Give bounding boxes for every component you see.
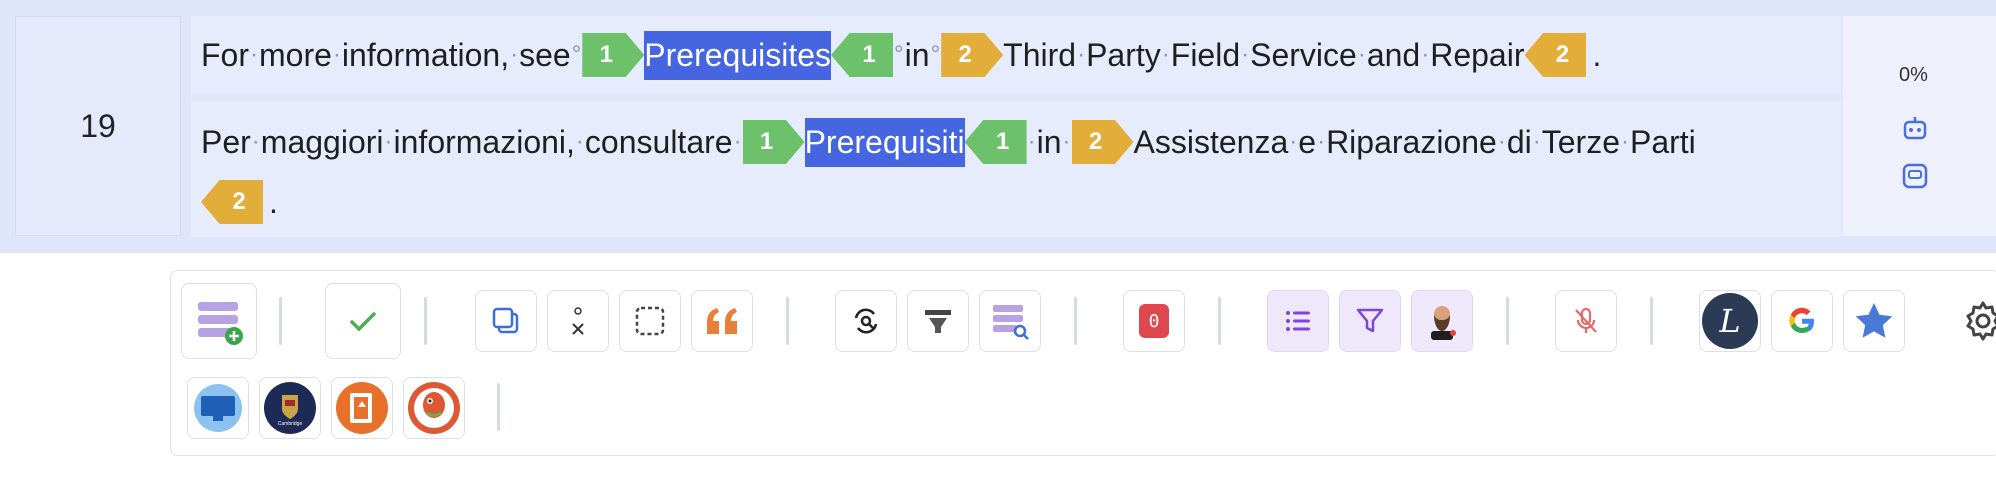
segment-row: 19 For · more · information, · see ° 1 Prere… [0,0,1996,253]
svg-text:Cambridge: Cambridge [278,421,303,427]
target-text[interactable]: Per · maggiori · informazioni, · consultare… [201,111,1696,173]
source-word: Field [1170,36,1241,73]
target-cell[interactable]: Per · maggiori · informazioni, · consultare… [191,101,1841,237]
list-icon [1286,311,1310,331]
editor-toolbar: 0 L Cambridge [170,270,1996,456]
segment-status: 0% [1843,16,1996,236]
tag-close-2[interactable]: 2 [1524,33,1587,77]
microphone-off-icon [1575,307,1597,333]
reverso-button[interactable] [331,377,393,439]
source-word: Third [1003,36,1077,73]
source-word: and [1366,36,1421,73]
confirm-button[interactable] [325,283,401,359]
settings-gear-icon[interactable] [1961,299,1996,343]
tag-open-2[interactable]: 2 [941,33,1004,77]
bearded-man-icon [1431,306,1456,340]
target-word: Terze [1541,123,1620,160]
tag-open-1[interactable]: 1 [742,120,805,164]
comment-icon[interactable] [1901,162,1929,190]
refresh-search-icon [854,308,878,334]
monitor-icon [194,384,242,432]
duckduckgo-button[interactable] [403,377,465,439]
quote-icon [707,308,737,334]
funnel-outline-icon [1356,308,1384,333]
error-count-badge: 0 [1139,304,1169,338]
insert-quote-button[interactable] [691,290,753,352]
source-word: For [201,36,249,73]
tag-close-1[interactable]: 1 [831,33,894,77]
segment-list-button[interactable] [1267,290,1329,352]
screen-capture-button[interactable] [187,377,249,439]
cambridge-dictionary-button[interactable]: Cambridge [259,377,321,439]
tag-close-1[interactable]: 1 [964,120,1027,164]
google-search-button[interactable] [1771,290,1833,352]
advanced-filter-button[interactable] [1339,290,1401,352]
robot-icon[interactable] [1901,114,1929,142]
check-icon [350,312,376,332]
source-word: in [904,36,930,73]
dashed-square-icon [635,306,665,336]
tm-search-button[interactable] [979,290,1041,352]
source-end: . [1592,36,1602,73]
target-word: informazioni, [393,123,575,160]
favorites-button[interactable] [1843,290,1905,352]
database-add-icon [198,302,243,345]
target-word: Parti [1629,123,1696,160]
cambridge-dictionary-logo-icon: Cambridge [264,382,316,434]
google-icon [1789,307,1815,334]
target-word: Riparazione [1326,123,1497,160]
select-all-button[interactable] [619,290,681,352]
linguee-button[interactable]: L [1699,290,1761,352]
tag-close-2[interactable]: 2 [201,180,263,224]
source-word: more [259,36,332,73]
segment-number[interactable]: 19 [15,16,181,236]
mute-button[interactable] [1555,290,1617,352]
match-percent: 0% [1899,64,1928,86]
copy-source-button[interactable] [475,290,537,352]
source-word: see [519,36,571,73]
target-highlight: Prerequisiti [804,117,965,167]
tag-open-1[interactable]: 1 [582,33,645,77]
source-text: For · more · information, · see ° 1 Prerequi… [201,24,1601,86]
source-word: Service [1250,36,1357,73]
clear-icon [572,307,584,335]
reverso-logo-icon [336,382,388,434]
clear-tags-button[interactable] [547,290,609,352]
target-word: in [1036,123,1062,160]
add-to-tm-button[interactable] [181,283,257,359]
source-word: Repair [1430,36,1525,73]
star-icon [1855,303,1893,338]
target-word: e [1298,123,1317,160]
target-word: Per [201,123,251,160]
target-word: consultare [584,123,733,160]
source-word: information, [341,36,510,73]
database-search-icon [993,305,1029,340]
source-cell: For · more · information, · see ° 1 Prerequi… [191,16,1841,94]
target-text-line2[interactable]: 2 . [201,171,278,233]
filter-button[interactable] [907,290,969,352]
target-word: Assistenza [1133,123,1289,160]
funnel-icon [925,310,951,333]
target-word: maggiori [260,123,384,160]
source-highlight: Prerequisites [644,30,832,80]
qa-errors-button[interactable]: 0 [1123,290,1185,352]
linguee-logo-icon: L [1702,293,1758,349]
source-word: Party [1086,36,1161,73]
assistant-avatar-button[interactable] [1411,290,1473,352]
target-word: di [1506,123,1532,160]
target-end: . [269,183,278,220]
tag-open-2[interactable]: 2 [1071,120,1134,164]
duck-icon [408,382,460,434]
copy-icon [492,307,519,334]
find-replace-button[interactable] [835,290,897,352]
